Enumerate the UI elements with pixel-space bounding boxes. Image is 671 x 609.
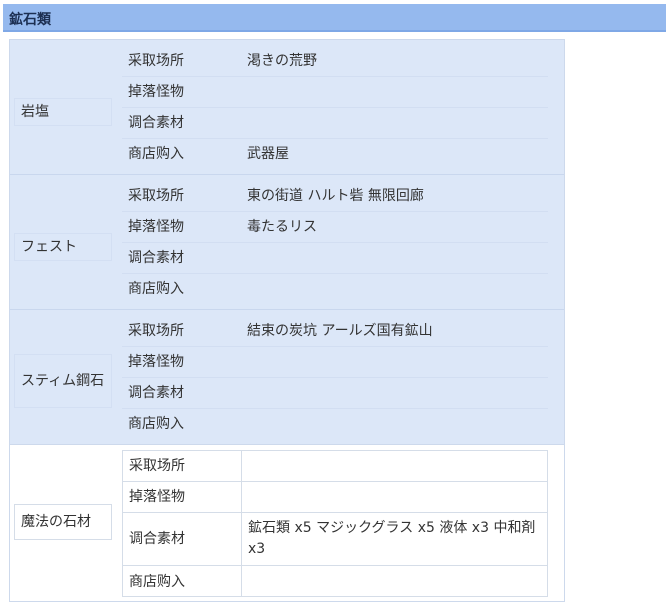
- item-name: フェスト: [14, 233, 112, 261]
- shop-label: 商店购入: [128, 146, 184, 162]
- shop-row: 商店购入: [122, 409, 548, 440]
- shop-value: 武器屋: [247, 146, 289, 162]
- source-label: 采取场所: [129, 458, 185, 474]
- shop-label: 商店购入: [128, 281, 184, 297]
- source-row: 采取场所 渇きの荒野: [122, 46, 548, 77]
- craft-row: 调合素材 鉱石類 x5 マジックグラス x5 液体 x3 中和剤 x3: [122, 512, 548, 566]
- source-row: 采取场所 結束の炭坑 アールズ国有鉱山: [122, 316, 548, 347]
- item-group: 岩塩 采取场所 渇きの荒野 掉落怪物 调合素材 商店购入 武器屋: [10, 40, 564, 174]
- column-divider: [241, 566, 242, 596]
- shop-row: 商店购入: [122, 274, 548, 305]
- drop-row: 掉落怪物: [122, 77, 548, 108]
- section-header: 鉱石類: [3, 4, 666, 32]
- craft-label: 调合素材: [128, 250, 184, 266]
- drop-label: 掉落怪物: [129, 489, 185, 505]
- drop-label: 掉落怪物: [128, 354, 184, 370]
- source-label: 采取场所: [128, 53, 184, 69]
- item-name: 岩塩: [14, 98, 112, 126]
- item-group: スティム鋼石 采取场所 結束の炭坑 アールズ国有鉱山 掉落怪物 调合素材 商店购…: [10, 310, 564, 444]
- shop-label: 商店购入: [129, 574, 185, 590]
- drop-label: 掉落怪物: [128, 84, 184, 100]
- drop-value: 毒たるリス: [247, 219, 317, 235]
- source-row: 采取场所: [122, 450, 548, 482]
- drop-row: 掉落怪物: [122, 347, 548, 378]
- craft-label: 调合素材: [128, 115, 184, 131]
- source-value: 渇きの荒野: [247, 53, 317, 69]
- craft-row: 调合素材: [122, 243, 548, 274]
- shop-row: 商店购入: [122, 565, 548, 597]
- craft-value: 鉱石類 x5 マジックグラス x5 液体 x3 中和剤 x3: [248, 520, 536, 557]
- column-divider: [241, 451, 242, 481]
- item-name: 魔法の石材: [14, 504, 112, 540]
- craft-row: 调合素材: [122, 378, 548, 409]
- shop-row: 商店购入 武器屋: [122, 139, 548, 170]
- drop-row: 掉落怪物 毒たるリス: [122, 212, 548, 243]
- drop-label: 掉落怪物: [128, 219, 184, 235]
- source-label: 采取场所: [128, 188, 184, 204]
- craft-row: 调合素材: [122, 108, 548, 139]
- column-divider: [241, 482, 242, 512]
- item-group: 魔法の石材 采取场所 掉落怪物 调合素材 鉱石類 x5 マジックグラス x5 液…: [10, 444, 564, 601]
- source-value: 結束の炭坑 アールズ国有鉱山: [247, 323, 433, 339]
- column-divider: [241, 513, 242, 565]
- item-name: スティム鋼石: [14, 354, 112, 408]
- source-value: 東の街道 ハルト砦 無限回廊: [247, 188, 424, 204]
- craft-label: 调合素材: [129, 531, 185, 547]
- drop-row: 掉落怪物: [122, 481, 548, 513]
- craft-label: 调合素材: [128, 385, 184, 401]
- shop-label: 商店购入: [128, 416, 184, 432]
- section-title: 鉱石類: [9, 12, 51, 28]
- source-row: 采取场所 東の街道 ハルト砦 無限回廊: [122, 181, 548, 212]
- item-group: フェスト 采取场所 東の街道 ハルト砦 無限回廊 掉落怪物 毒たるリス 调合素材…: [10, 175, 564, 309]
- ore-table: 岩塩 采取场所 渇きの荒野 掉落怪物 调合素材 商店购入 武器屋 フェスト 采取…: [9, 39, 565, 602]
- source-label: 采取场所: [128, 323, 184, 339]
